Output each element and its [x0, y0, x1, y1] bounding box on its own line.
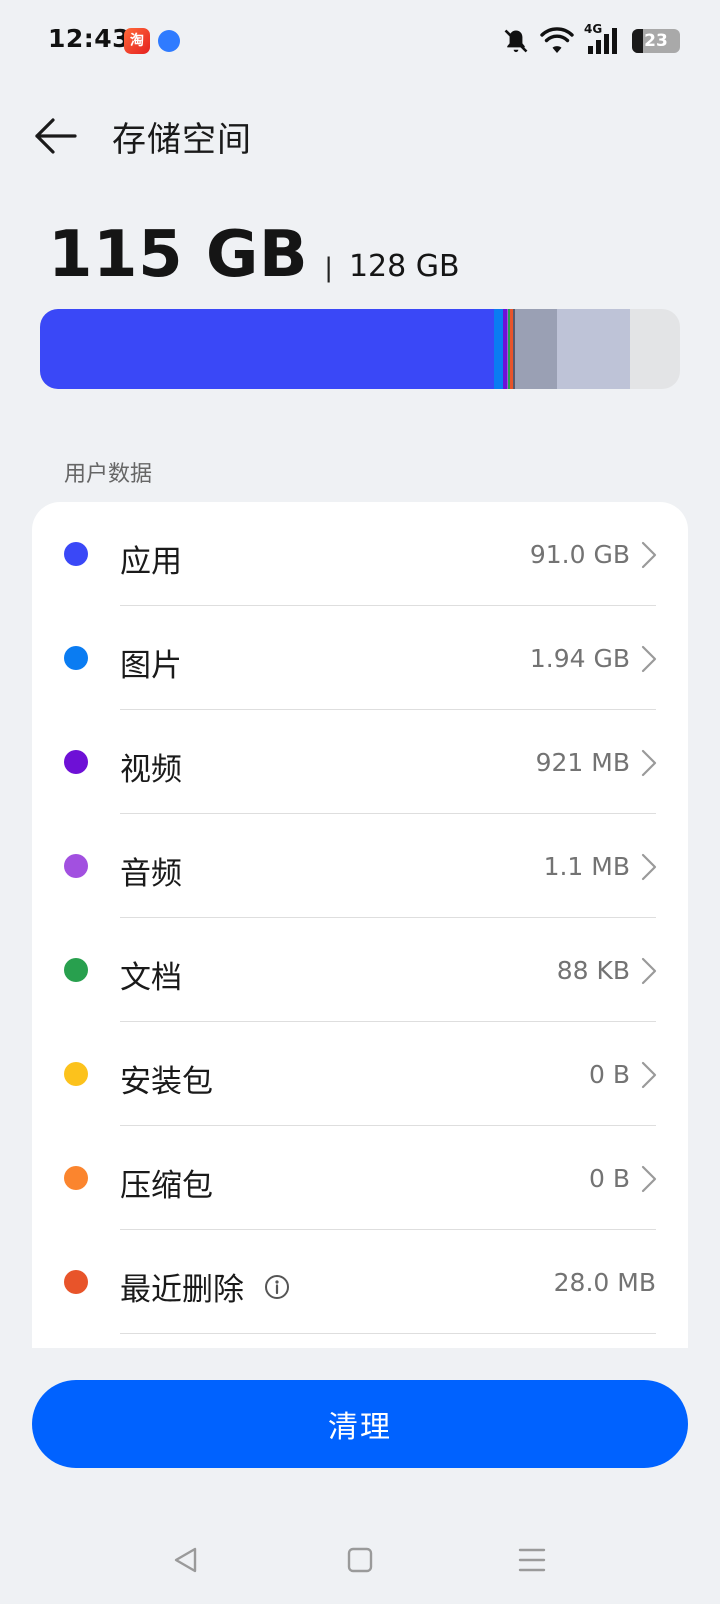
- navigation-bar: [0, 1530, 720, 1590]
- category-color-dot: [64, 1062, 88, 1086]
- status-bar: 12:43 淘 4G 23: [0, 0, 720, 84]
- category-color-dot: [64, 958, 88, 982]
- usage-segment-system: [515, 309, 558, 389]
- list-item-label-wrap: 音频: [120, 848, 182, 893]
- nav-home-button[interactable]: [340, 1540, 380, 1580]
- list-item-label-wrap: 视频: [120, 744, 182, 789]
- nav-recents-button[interactable]: [512, 1540, 552, 1580]
- status-time: 12:43: [48, 24, 131, 53]
- category-color-dot: [64, 1166, 88, 1190]
- category-color-dot: [64, 750, 88, 774]
- list-item-value: 1.1 MB: [543, 852, 630, 881]
- total-storage: 128 GB: [348, 249, 460, 284]
- status-icons: 4G 23: [502, 22, 680, 58]
- usage-separator: |: [324, 253, 333, 283]
- list-item-value: 88 KB: [556, 956, 630, 985]
- list-item-label-wrap: 应用: [120, 536, 182, 581]
- list-item-label-wrap: 文档: [120, 952, 182, 997]
- info-icon[interactable]: [264, 1274, 290, 1300]
- clean-button[interactable]: 清理: [32, 1380, 688, 1468]
- list-item-label-wrap: 最近删除: [120, 1264, 290, 1309]
- category-color-dot: [64, 1270, 88, 1294]
- list-item-label: 图片: [120, 648, 182, 684]
- list-item-label-wrap: 安装包: [120, 1056, 213, 1101]
- list-item-value: 1.94 GB: [529, 644, 630, 673]
- cellular-signal-icon: 4G: [584, 22, 622, 56]
- back-button[interactable]: [30, 110, 82, 162]
- page-title: 存储空间: [112, 120, 252, 160]
- usage-segment-images: [493, 309, 504, 389]
- list-item-value: 28.0 MB: [553, 1268, 656, 1297]
- chevron-right-icon: [640, 1164, 658, 1194]
- list-item[interactable]: 安装包 0 B: [32, 1022, 688, 1126]
- list-item-label: 最近删除: [120, 1272, 244, 1308]
- battery-icon: 23: [632, 29, 680, 53]
- chevron-right-icon: [640, 956, 658, 986]
- list-item-value: 91.0 GB: [529, 540, 630, 569]
- category-color-dot: [64, 646, 88, 670]
- list-item[interactable]: 压缩包 0 B: [32, 1126, 688, 1230]
- list-item-label-wrap: 图片: [120, 640, 182, 685]
- chevron-right-icon: [640, 748, 658, 778]
- battery-fill: [632, 29, 644, 53]
- chevron-right-icon: [640, 852, 658, 882]
- storage-usage-bar: [40, 309, 680, 389]
- list-item-label: 安装包: [120, 1064, 213, 1100]
- list-item-label: 音频: [120, 856, 182, 892]
- list-item-label: 文档: [120, 960, 182, 996]
- list-item[interactable]: 视频 921 MB: [32, 710, 688, 814]
- section-label-user-data: 用户数据: [64, 462, 153, 487]
- user-data-list: 应用 91.0 GB 图片 1.94 GB 视频 921 MB 音频 1.1 MB 文档 88 K…: [32, 502, 688, 1348]
- list-item[interactable]: 文档 88 KB: [32, 918, 688, 1022]
- mute-bell-icon: [504, 29, 528, 53]
- list-item-value: 0 B: [588, 1164, 630, 1193]
- app-header: 存储空间: [0, 96, 720, 176]
- nav-back-button[interactable]: [166, 1540, 206, 1580]
- back-arrow-icon: [35, 118, 77, 154]
- battery-level: 23: [644, 31, 668, 51]
- menu-lines-icon: [518, 1548, 546, 1572]
- list-item-value: 921 MB: [535, 748, 630, 777]
- category-color-dot: [64, 854, 88, 878]
- square-home-icon: [347, 1547, 373, 1573]
- triangle-back-icon: [174, 1547, 197, 1573]
- row-divider: [120, 1333, 656, 1334]
- list-item[interactable]: 应用 91.0 GB: [32, 502, 688, 606]
- list-item-label: 压缩包: [120, 1168, 213, 1204]
- taobao-notification-icon: 淘: [124, 28, 150, 54]
- storage-screen: 12:43 淘 4G 23 存储空间 115 GB | 128 GB 用户数据 …: [0, 0, 720, 1604]
- list-item[interactable]: 音频 1.1 MB: [32, 814, 688, 918]
- list-item-label: 视频: [120, 752, 182, 788]
- category-color-dot: [64, 542, 88, 566]
- storage-usage-summary: 115 GB | 128 GB: [48, 218, 460, 292]
- chevron-right-icon: [640, 644, 658, 674]
- list-item-value: 0 B: [588, 1060, 630, 1089]
- chevron-right-icon: [640, 1060, 658, 1090]
- app-notification-icon: [158, 30, 180, 52]
- list-item[interactable]: 图片 1.94 GB: [32, 606, 688, 710]
- usage-segment-other: [557, 309, 630, 389]
- chevron-right-icon: [640, 540, 658, 570]
- list-item-label-wrap: 压缩包: [120, 1160, 213, 1205]
- used-storage: 115 GB: [48, 218, 309, 292]
- usage-segment-apps: [40, 309, 494, 389]
- wifi-icon: [540, 27, 574, 53]
- list-item-label: 应用: [120, 544, 182, 580]
- list-item: 最近删除 28.0 MB: [32, 1230, 688, 1334]
